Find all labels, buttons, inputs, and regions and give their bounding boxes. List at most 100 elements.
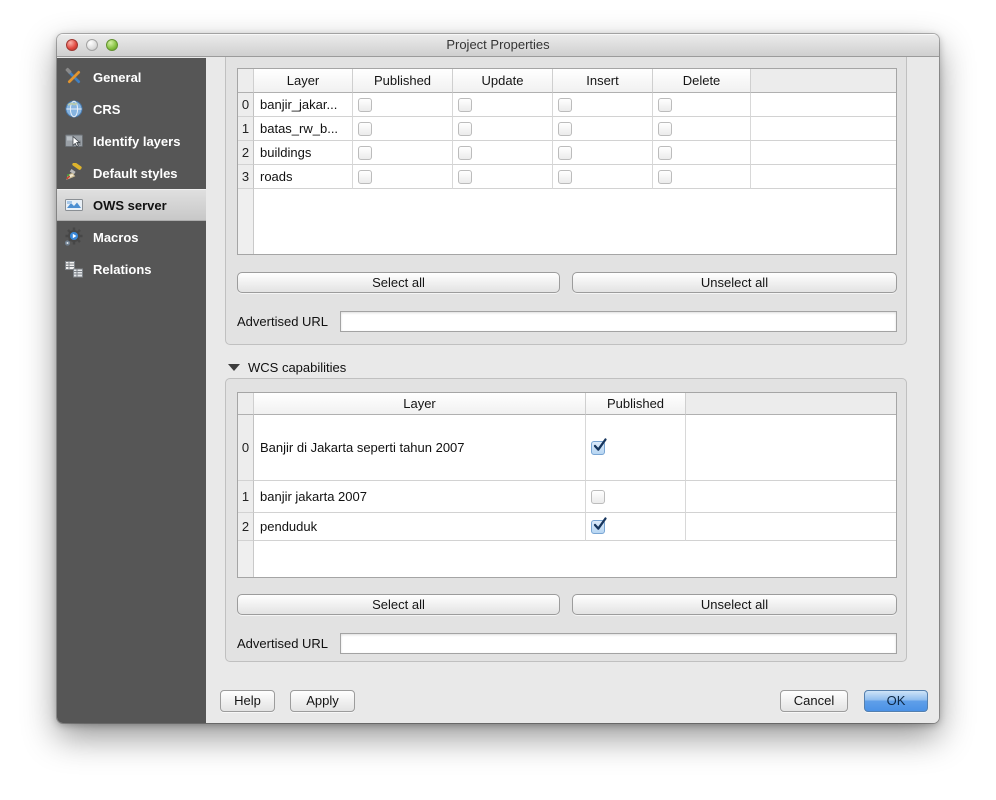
insert-cell	[553, 93, 653, 117]
published-checkbox[interactable]	[358, 122, 372, 136]
row-number-cell: 3	[238, 165, 254, 189]
sidebar: GeneralCRSIdentify layers Default styles O…	[57, 58, 206, 723]
published-checkbox[interactable]	[591, 490, 605, 504]
wms-select-all-button[interactable]: Select all	[237, 272, 560, 293]
published-checkbox[interactable]	[591, 520, 605, 534]
published-cell	[353, 141, 453, 165]
window-title: Project Properties	[57, 34, 939, 56]
table-empty-area	[238, 189, 896, 254]
published-cell	[353, 117, 453, 141]
collapse-triangle-icon[interactable]	[228, 364, 240, 371]
layer-name-cell[interactable]: banjir_jakar...	[254, 93, 353, 117]
insert-cell	[553, 141, 653, 165]
table-row: 0banjir_jakar...	[238, 93, 896, 117]
update-checkbox[interactable]	[458, 146, 472, 160]
table-row: 2penduduk	[238, 513, 896, 541]
published-checkbox[interactable]	[591, 441, 605, 455]
traffic-lights	[66, 39, 118, 51]
identify-layers-icon	[63, 131, 85, 151]
row-filler	[751, 165, 896, 189]
sidebar-item-identify-layers[interactable]: Identify layers	[57, 125, 206, 157]
published-checkbox[interactable]	[358, 146, 372, 160]
published-checkbox[interactable]	[358, 98, 372, 112]
update-cell	[453, 141, 553, 165]
delete-cell	[653, 141, 751, 165]
update-cell	[453, 165, 553, 189]
delete-cell	[653, 117, 751, 141]
row-number-cell: 1	[238, 117, 254, 141]
sidebar-item-macros[interactable]: Macros	[57, 221, 206, 253]
sidebar-item-label: Default styles	[93, 166, 178, 181]
sidebar-item-ows-server[interactable]: OWS server	[57, 189, 206, 221]
insert-checkbox[interactable]	[558, 170, 572, 184]
zoom-button[interactable]	[106, 39, 118, 51]
column-header-layer[interactable]: Layer	[254, 69, 353, 93]
wcs-advertised-url-input[interactable]	[340, 633, 897, 654]
minimize-button[interactable]	[86, 39, 98, 51]
published-cell	[586, 481, 686, 513]
column-header-delete[interactable]: Delete	[653, 69, 751, 93]
project-properties-window: Project Properties GeneralCRSIdentify la…	[57, 34, 939, 723]
apply-button[interactable]: Apply	[290, 690, 355, 712]
row-number-cell: 2	[238, 141, 254, 165]
sidebar-item-general[interactable]: General	[57, 61, 206, 93]
wcs-advertised-url-row: Advertised URL	[237, 633, 897, 654]
layer-name-cell[interactable]: Banjir di Jakarta seperti tahun 2007	[254, 415, 586, 481]
layer-name-cell[interactable]: roads	[254, 165, 353, 189]
sidebar-item-relations[interactable]: Relations	[57, 253, 206, 285]
wms-advertised-url-row: Advertised URL	[237, 311, 897, 332]
row-number-strip	[238, 189, 254, 254]
row-number-cell: 0	[238, 93, 254, 117]
close-button[interactable]	[66, 39, 78, 51]
insert-checkbox[interactable]	[558, 122, 572, 136]
layer-name-cell[interactable]: banjir jakarta 2007	[254, 481, 586, 513]
sidebar-item-default-styles[interactable]: Default styles	[57, 157, 206, 189]
table-corner-cell	[238, 69, 254, 93]
wcs-unselect-all-button[interactable]: Unselect all	[572, 594, 897, 615]
table-header-row: LayerPublishedUpdateInsertDelete	[238, 69, 896, 93]
delete-checkbox[interactable]	[658, 122, 672, 136]
insert-checkbox[interactable]	[558, 98, 572, 112]
ows-server-icon	[63, 195, 85, 215]
delete-cell	[653, 165, 751, 189]
layer-name-cell[interactable]: batas_rw_b...	[254, 117, 353, 141]
table-row: 2buildings	[238, 141, 896, 165]
wms-advertised-url-input[interactable]	[340, 311, 897, 332]
title-bar[interactable]: Project Properties	[57, 34, 939, 57]
column-header-layer[interactable]: Layer	[254, 393, 586, 415]
content-area: LayerPublishedUpdateInsertDelete0banjir_…	[206, 57, 939, 723]
layer-name-cell[interactable]: buildings	[254, 141, 353, 165]
delete-checkbox[interactable]	[658, 146, 672, 160]
delete-checkbox[interactable]	[658, 170, 672, 184]
column-header-published[interactable]: Published	[353, 69, 453, 93]
delete-cell	[653, 93, 751, 117]
header-filler	[751, 69, 896, 93]
sidebar-item-crs[interactable]: CRS	[57, 93, 206, 125]
ok-button[interactable]: OK	[864, 690, 928, 712]
delete-checkbox[interactable]	[658, 98, 672, 112]
layer-name-cell[interactable]: penduduk	[254, 513, 586, 541]
wms-unselect-all-button[interactable]: Unselect all	[572, 272, 897, 293]
published-checkbox[interactable]	[358, 170, 372, 184]
relations-tables-icon	[63, 259, 85, 279]
column-header-published[interactable]: Published	[586, 393, 686, 415]
sidebar-item-label: OWS server	[93, 198, 167, 213]
update-checkbox[interactable]	[458, 98, 472, 112]
update-checkbox[interactable]	[458, 170, 472, 184]
column-header-update[interactable]: Update	[453, 69, 553, 93]
row-number-cell: 2	[238, 513, 254, 541]
insert-checkbox[interactable]	[558, 146, 572, 160]
insert-cell	[553, 117, 653, 141]
published-cell	[353, 93, 453, 117]
wcs-layers-table: LayerPublished0Banjir di Jakarta seperti…	[237, 392, 897, 578]
row-number-strip	[238, 541, 254, 577]
column-header-insert[interactable]: Insert	[553, 69, 653, 93]
row-filler	[751, 117, 896, 141]
update-checkbox[interactable]	[458, 122, 472, 136]
row-filler	[751, 141, 896, 165]
insert-cell	[553, 165, 653, 189]
cancel-button[interactable]: Cancel	[780, 690, 848, 712]
table-row: 3roads	[238, 165, 896, 189]
help-button[interactable]: Help	[220, 690, 275, 712]
wcs-select-all-button[interactable]: Select all	[237, 594, 560, 615]
